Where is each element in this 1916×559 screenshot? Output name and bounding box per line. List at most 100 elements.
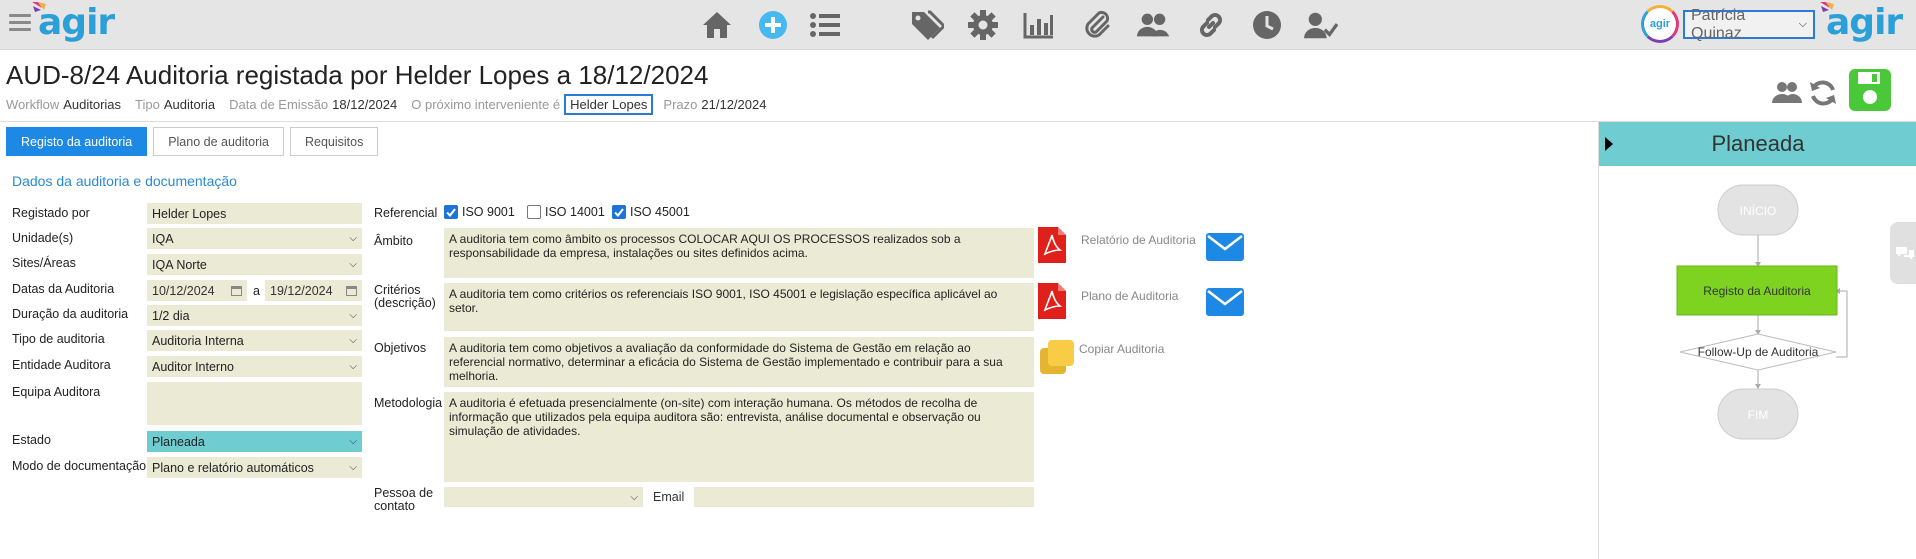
ambito-textarea[interactable]: A auditoria tem como âmbito os processos… [444, 228, 1034, 278]
meta-row: Workflow Auditorias Tipo Auditoria Data … [6, 94, 780, 115]
chevron-down-icon: ⌵ [349, 436, 357, 447]
state-title: Planeada [1711, 131, 1805, 156]
workflow-value: Auditorias [63, 97, 122, 112]
checkbox-checked-icon[interactable] [612, 205, 626, 219]
tab-plano[interactable]: Plano de auditoria [153, 127, 284, 156]
modo-select[interactable]: Plano e relatório automáticos ⌵ [147, 457, 362, 478]
data-fim-value: 19/12/2024 [270, 283, 333, 298]
tab-requisitos[interactable]: Requisitos [289, 127, 379, 156]
chevron-down-icon: ⌵ [349, 335, 357, 346]
interveniente-label: O próximo interveniente é [411, 97, 561, 112]
copiar-link[interactable]: Copiar Auditoria [1079, 342, 1164, 356]
datas-label: Datas da Auditoria [12, 282, 115, 296]
flow-node-fim-label: FIM [1748, 408, 1769, 422]
registado-por-label: Registado por [12, 206, 90, 220]
tipo-label: Tipo [135, 97, 160, 112]
chevron-down-icon: ⌵ [349, 259, 357, 270]
iso-45001-checkbox[interactable]: ISO 45001 [612, 205, 690, 219]
ambito-label: Âmbito [374, 234, 413, 248]
plano-link[interactable]: Plano de Auditoria [1081, 289, 1178, 303]
duracao-select[interactable]: 1/2 dia ⌵ [147, 305, 362, 326]
checkbox-checked-icon[interactable] [444, 205, 458, 219]
calendar-icon[interactable] [231, 285, 242, 296]
iso-9001-checkbox[interactable]: ISO 9001 [444, 205, 515, 219]
metodologia-textarea[interactable]: A auditoria é efetuada presencialmente (… [444, 392, 1034, 482]
criterios-label: Critérios (descrição) [374, 284, 436, 310]
avatar-text: agir [1649, 18, 1671, 30]
save-icon[interactable] [1848, 68, 1892, 117]
top-bar: agir agir Patrícia Quinaz ⌵ agir [0, 0, 1916, 50]
flow-node-registo-label: Registo da Auditoria [1703, 284, 1811, 298]
link-icon[interactable] [1194, 8, 1228, 42]
modo-label: Modo de documentação [12, 459, 147, 473]
email-icon[interactable] [1206, 233, 1244, 261]
clock-icon[interactable] [1250, 8, 1284, 42]
chart-icon[interactable] [1022, 8, 1056, 42]
tab-registo[interactable]: Registo da auditoria [6, 127, 148, 156]
data-fim-field[interactable]: 19/12/2024 [265, 280, 362, 301]
copy-icon[interactable] [1038, 338, 1076, 376]
tag-icon[interactable] [910, 8, 944, 42]
duracao-value: 1/2 dia [152, 308, 190, 323]
data-separator: a [253, 284, 260, 298]
referencial-label: Referencial [374, 206, 438, 220]
flow-node-followup-label: Follow-Up de Auditoria [1698, 345, 1819, 359]
play-icon[interactable] [1605, 137, 1613, 151]
pessoa-label-line2: contato [374, 499, 416, 513]
user-avatar[interactable]: agir [1641, 5, 1679, 43]
objetivos-textarea[interactable]: A auditoria tem como objetivos a avaliaç… [444, 337, 1034, 387]
workflow-diagram: INÍCIO Registo da Auditoria Follow-Up de… [1676, 184, 1848, 440]
tabs: Registo da auditoria Plano de auditoria … [6, 127, 384, 156]
email-label: Email [653, 490, 685, 504]
user-name: Patrícia Quinaz [1691, 6, 1746, 42]
emissao-label: Data de Emissão [229, 97, 329, 112]
relatorio-link[interactable]: Relatório de Auditoria [1081, 233, 1196, 247]
bird-icon [32, 2, 46, 12]
chevron-down-icon: ⌵ [1798, 18, 1807, 30]
state-header[interactable]: Planeada [1599, 122, 1916, 166]
add-icon[interactable] [756, 8, 790, 42]
calendar-icon[interactable] [346, 285, 357, 296]
chat-side-tab[interactable] [1890, 222, 1916, 284]
home-icon[interactable] [700, 8, 734, 42]
brand-logo: agir [1820, 2, 1903, 43]
criterios-textarea[interactable]: A auditoria tem como critérios os refere… [444, 283, 1034, 331]
checkbox-unchecked-icon[interactable] [527, 205, 541, 219]
attachment-icon[interactable] [1080, 8, 1114, 42]
interveniente-value[interactable]: Helder Lopes [564, 94, 654, 115]
iso-45001-label: ISO 45001 [630, 205, 690, 219]
iso-9001-label: ISO 9001 [462, 205, 515, 219]
email-icon[interactable] [1206, 288, 1244, 316]
bird-icon [1820, 2, 1834, 12]
tipo-value: Auditoria [163, 97, 216, 112]
chat-icon[interactable] [1895, 245, 1915, 261]
list-icon[interactable] [808, 8, 842, 42]
chevron-down-icon: ⌵ [349, 462, 357, 473]
iso-14001-label: ISO 14001 [545, 205, 605, 219]
flow-node-inicio-label: INÍCIO [1740, 203, 1777, 218]
users-icon[interactable] [1136, 8, 1170, 42]
section-title: Dados da auditoria e documentação [12, 173, 237, 189]
pdf-icon[interactable] [1038, 283, 1066, 319]
data-inicio-field[interactable]: 10/12/2024 [147, 280, 247, 301]
entidade-select[interactable]: Auditor Interno ⌵ [147, 356, 362, 377]
menu-icon[interactable] [9, 14, 31, 35]
gear-icon[interactable] [966, 8, 1000, 42]
participants-icon[interactable] [1772, 80, 1802, 109]
tipo-auditoria-select[interactable]: Auditoria Interna ⌵ [147, 330, 362, 351]
prazo-label: Prazo [663, 97, 698, 112]
email-field[interactable] [694, 487, 1034, 507]
app-logo[interactable]: agir [32, 2, 115, 43]
estado-label: Estado [12, 433, 51, 447]
equipa-field[interactable] [147, 382, 362, 425]
user-check-icon[interactable] [1304, 8, 1338, 42]
user-select[interactable]: Patrícia Quinaz ⌵ [1683, 7, 1815, 42]
sites-select[interactable]: IQA Norte ⌵ [147, 254, 362, 275]
unidade-select[interactable]: IQA ⌵ [147, 228, 362, 249]
pdf-icon[interactable] [1038, 227, 1066, 263]
estado-select[interactable]: Planeada ⌵ [147, 431, 362, 452]
entidade-value: Auditor Interno [152, 359, 234, 374]
refresh-icon[interactable] [1808, 78, 1838, 113]
pessoa-contato-select[interactable]: ⌵ [444, 487, 643, 507]
iso-14001-checkbox[interactable]: ISO 14001 [527, 205, 605, 219]
